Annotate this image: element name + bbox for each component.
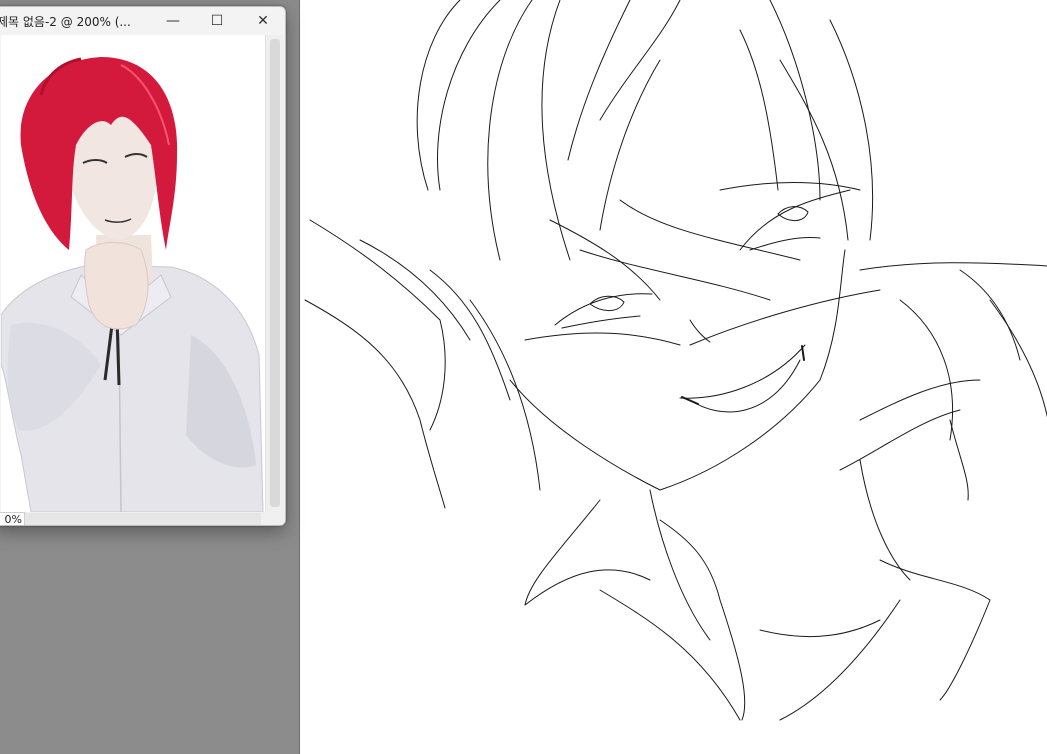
zoom-level-field[interactable]: 0% (0, 512, 25, 525)
drawing-canvas[interactable] (299, 0, 1047, 754)
minimize-button[interactable]: — (151, 7, 195, 35)
maximize-icon: ☐ (210, 13, 224, 29)
status-bar: 0% (0, 512, 285, 525)
vertical-scroll-thumb[interactable] (270, 39, 280, 507)
character-reference-illustration (1, 57, 264, 512)
close-button[interactable]: ✕ (241, 7, 285, 35)
close-icon: ✕ (257, 13, 269, 29)
line-art-sketch (304, 0, 1047, 721)
vertical-scrollbar[interactable] (265, 35, 284, 512)
reference-document-window[interactable]: 제목 없음-2 @ 200% (... — ☐ ✕ 0% (0, 6, 286, 526)
minimize-icon: — (166, 13, 180, 29)
reference-image (1, 35, 265, 512)
app-workspace: 제목 없음-2 @ 200% (... — ☐ ✕ 0% (0, 0, 1047, 754)
window-title-bar[interactable]: 제목 없음-2 @ 200% (... — ☐ ✕ (0, 7, 285, 35)
maximize-button[interactable]: ☐ (195, 7, 239, 35)
horizontal-scrollbar[interactable] (25, 513, 261, 525)
window-title: 제목 없음-2 @ 200% (... (0, 15, 131, 29)
